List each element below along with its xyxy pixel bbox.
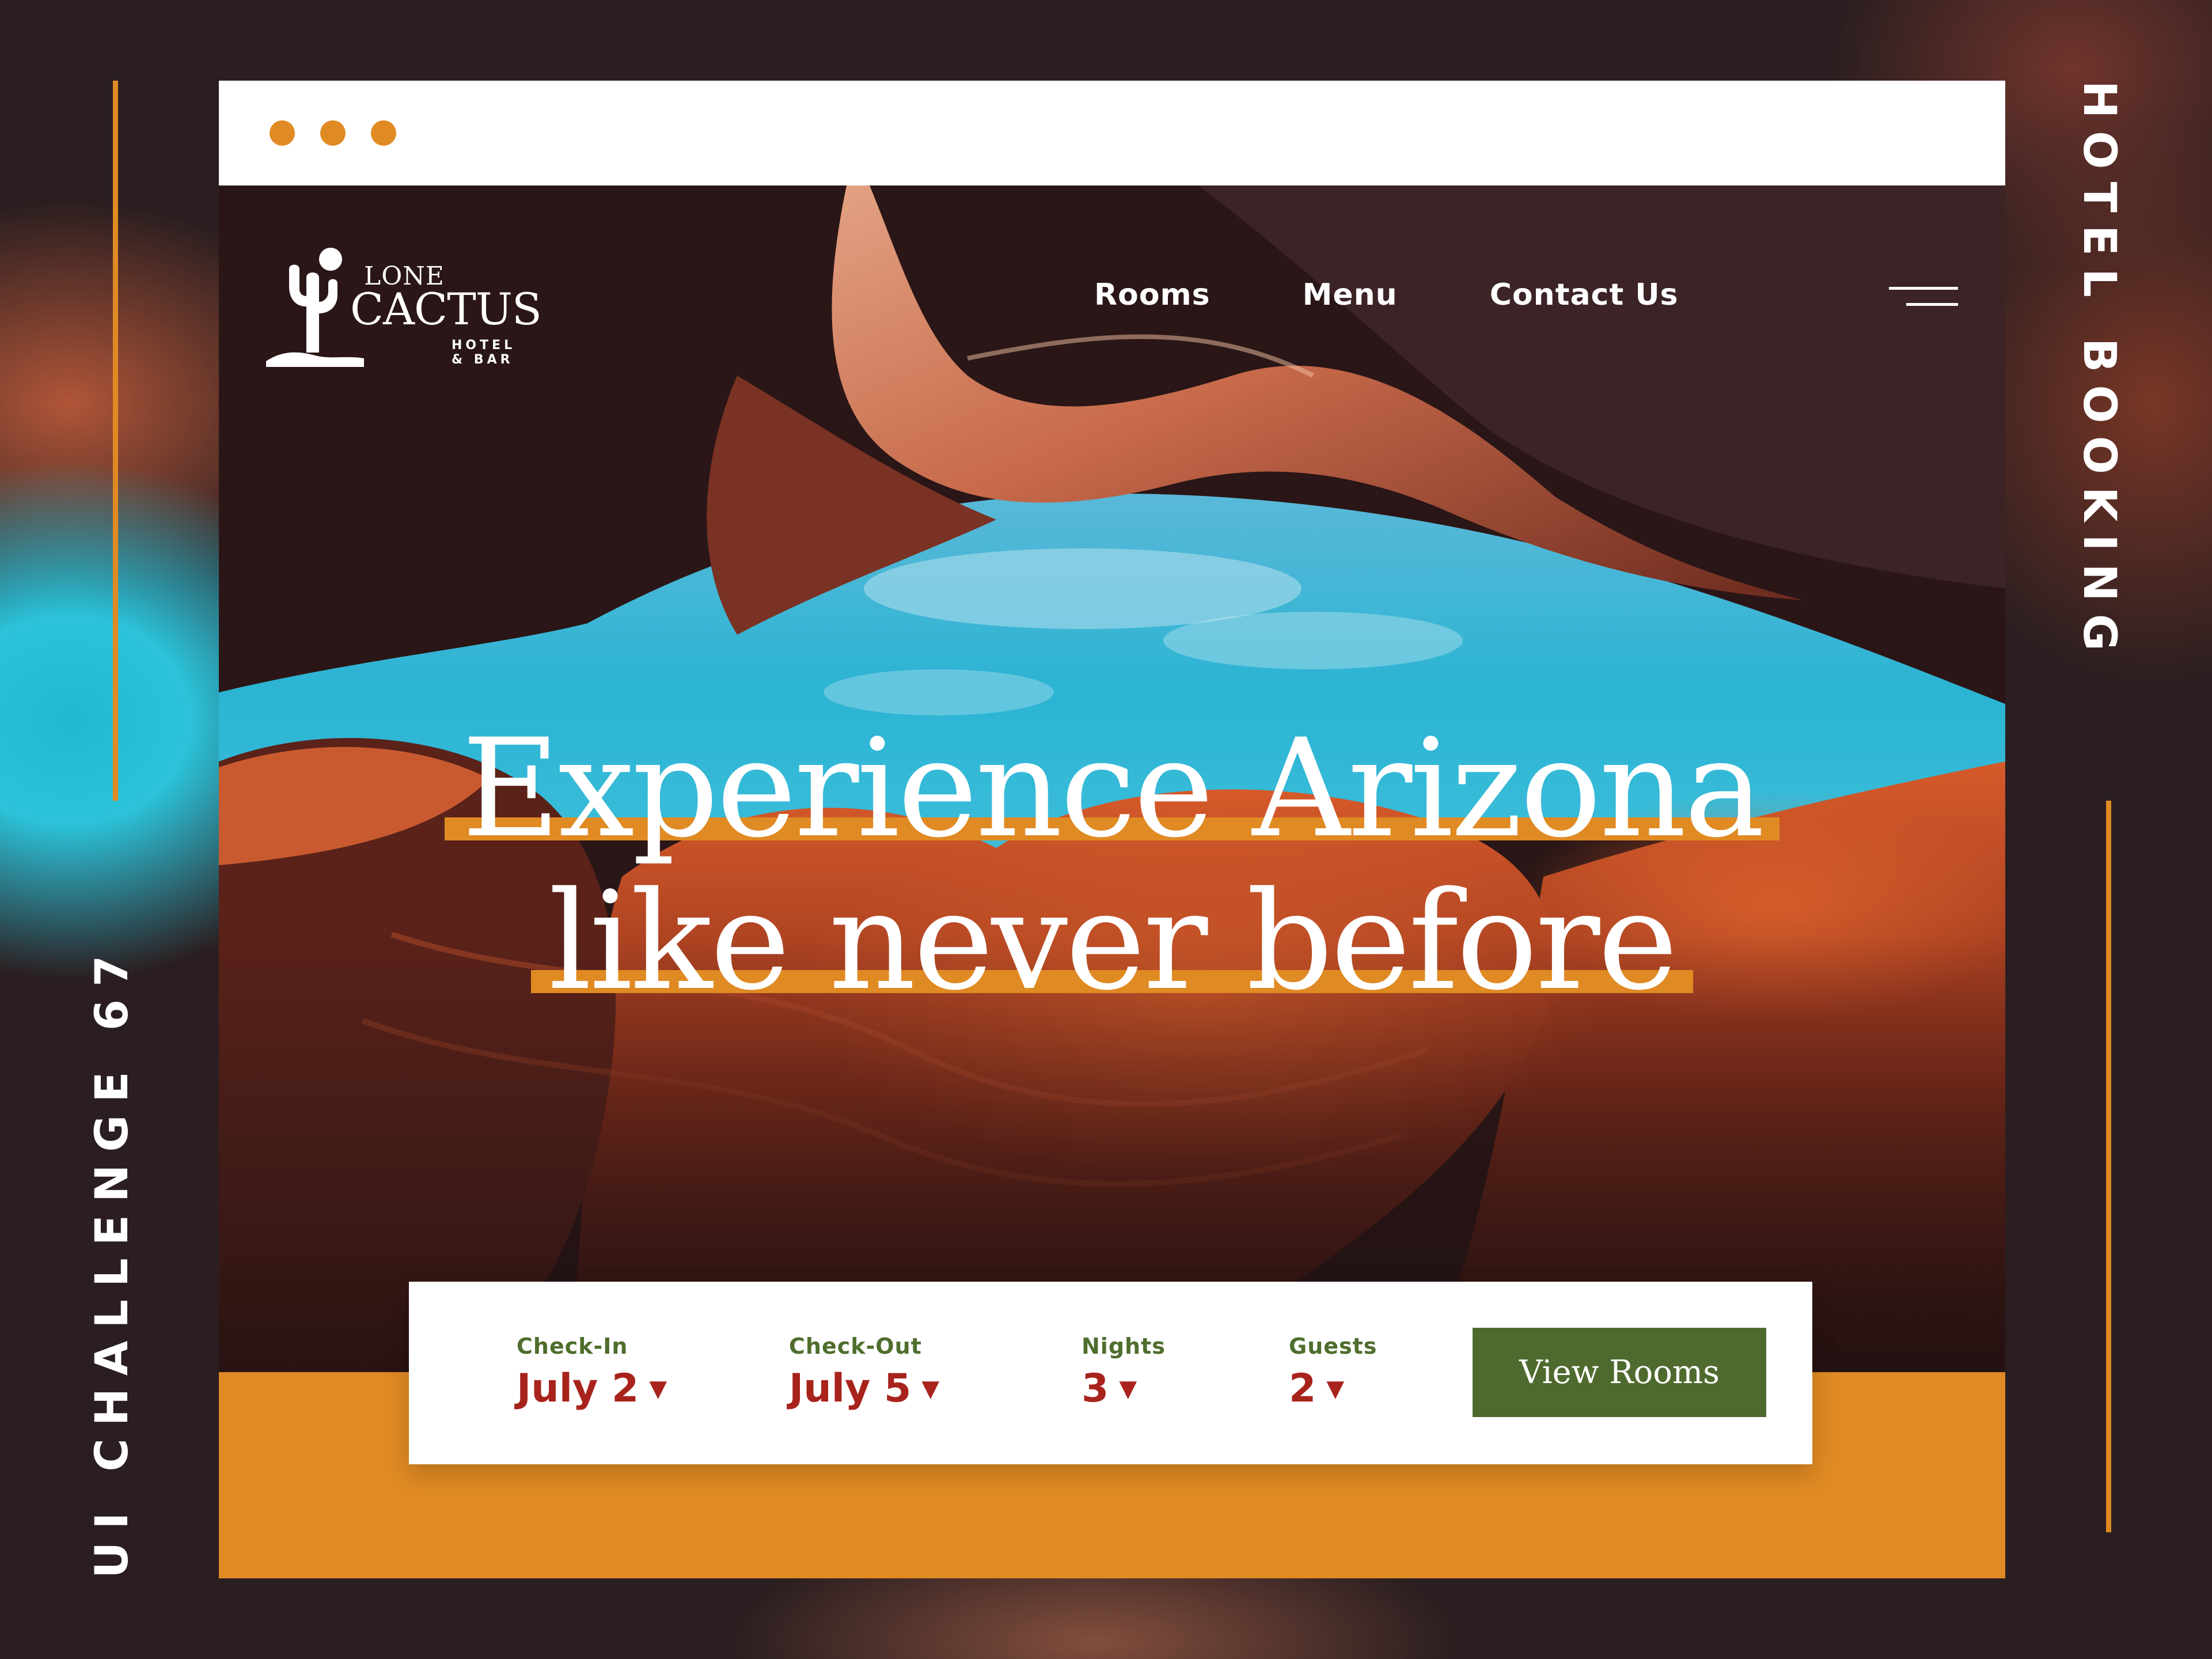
headline-text-1: Experience Arizona (461, 710, 1765, 868)
checkout-value[interactable]: July 5 ▼ (789, 1366, 939, 1411)
view-rooms-button[interactable]: View Rooms (1473, 1328, 1766, 1417)
hero-headline-2: like never before (219, 874, 2005, 1009)
caret-down-icon: ▼ (649, 1375, 667, 1402)
window-dot-3[interactable] (371, 120, 396, 146)
nights-field[interactable]: Nights 3 ▼ (1082, 1334, 1166, 1411)
window-dot-2[interactable] (320, 120, 346, 146)
brand-logo[interactable]: LONE CACTUS HOTEL & BAR (266, 237, 542, 370)
right-accent-line (2106, 801, 2111, 1532)
window-dot-1[interactable] (270, 120, 295, 146)
guests-field[interactable]: Guests 2 ▼ (1289, 1334, 1377, 1411)
nav-contact[interactable]: Contact Us (1490, 278, 1679, 312)
hero-headline: Experience Arizona (219, 721, 2005, 857)
headline-line-1: Experience Arizona (444, 721, 1780, 857)
cactus-icon (266, 248, 364, 367)
headline-line-2: like never before (531, 874, 1693, 1009)
challenge-label: UI CHALLENGE 67 (86, 942, 138, 1578)
left-accent-line (113, 81, 118, 801)
checkin-label: Check-In (517, 1334, 628, 1359)
nav-rooms[interactable]: Rooms (1094, 278, 1211, 312)
main-nav: Rooms Menu Contact Us (1094, 278, 1679, 312)
checkin-value[interactable]: July 2 ▼ (517, 1366, 667, 1411)
nights-label: Nights (1082, 1334, 1166, 1359)
booking-bar: Check-In July 2 ▼ Check-Out July 5 ▼ Nig… (409, 1282, 1812, 1464)
browser-window: LONE CACTUS HOTEL & BAR Rooms Menu Conta… (219, 81, 2005, 1578)
logo-tagline: HOTEL & BAR (451, 338, 516, 367)
logo-word-cactus: CACTUS (350, 283, 542, 335)
guests-label: Guests (1289, 1334, 1378, 1359)
hamburger-bar-top (1889, 287, 1958, 290)
caret-down-icon: ▼ (1326, 1375, 1345, 1402)
hamburger-bar-bottom (1906, 303, 1958, 306)
browser-chrome (219, 81, 2005, 185)
caret-down-icon: ▼ (1119, 1375, 1137, 1402)
hamburger-menu-icon[interactable] (1889, 282, 1958, 311)
nav-menu[interactable]: Menu (1303, 278, 1398, 312)
checkout-label: Check-Out (789, 1334, 922, 1359)
nights-count: 3 (1082, 1366, 1109, 1411)
checkin-date: July 2 (517, 1366, 639, 1411)
checkout-field[interactable]: Check-Out July 5 ▼ (789, 1334, 939, 1411)
checkout-date: July 5 (789, 1366, 912, 1411)
checkin-field[interactable]: Check-In July 2 ▼ (517, 1334, 667, 1411)
project-label: HOTEL BOOKING (2073, 81, 2125, 664)
guests-value[interactable]: 2 ▼ (1289, 1366, 1377, 1411)
headline-text-2: like never before (548, 863, 1678, 1020)
nights-value[interactable]: 3 ▼ (1082, 1366, 1166, 1411)
hero-section: LONE CACTUS HOTEL & BAR Rooms Menu Conta… (219, 185, 2005, 1372)
caret-down-icon: ▼ (921, 1375, 940, 1402)
guests-count: 2 (1289, 1366, 1316, 1411)
